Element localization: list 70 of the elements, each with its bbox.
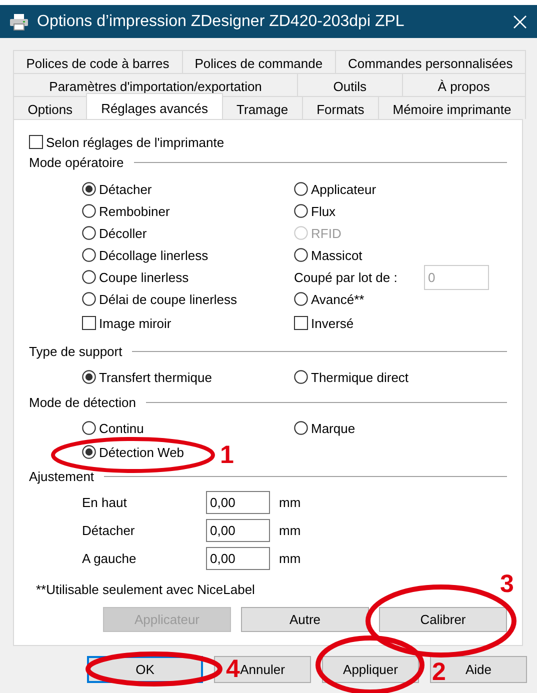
option-label: Décollage linerless — [99, 248, 208, 262]
annotation-number: 4 — [226, 657, 240, 682]
radio-button[interactable] — [82, 421, 96, 435]
option-label: Décoller — [99, 226, 147, 240]
printer-icon — [9, 12, 29, 30]
option-label: Transfert thermique — [99, 370, 212, 384]
checkbox-label: Selon réglages de l'imprimante — [46, 134, 224, 150]
option-label: RFID — [311, 226, 342, 240]
radio-button[interactable] — [82, 292, 96, 306]
field-label: En haut — [82, 494, 128, 510]
action-button[interactable]: Autre — [241, 607, 369, 632]
annotation-number: 1 — [220, 443, 234, 468]
radio-button-selected[interactable] — [82, 445, 96, 459]
unit-label: mm — [279, 550, 302, 566]
radio-button[interactable] — [294, 182, 308, 196]
radio-button[interactable] — [294, 204, 308, 218]
option-label: Détacher — [99, 182, 152, 196]
option-label: Avancé** — [311, 292, 364, 306]
window-title: Options d’impression ZDesigner ZD420-203dpi ZPL — [37, 12, 406, 30]
option-label: Continu — [99, 420, 144, 436]
tab[interactable]: Polices de code à barres — [13, 50, 182, 73]
radio-button[interactable] — [82, 204, 96, 218]
group-title: Ajustement — [29, 468, 94, 484]
tab[interactable]: À propos — [402, 73, 526, 96]
input-field[interactable]: 0,00 — [206, 518, 270, 542]
radio-button[interactable] — [82, 270, 96, 284]
option-label: Coupe linerless — [99, 270, 189, 284]
annotation-number: 3 — [500, 572, 514, 597]
field-label: Coupé par lot de : — [294, 270, 398, 284]
radio-button[interactable] — [82, 226, 96, 240]
checkbox[interactable] — [294, 316, 308, 330]
radio-button[interactable] — [294, 248, 308, 262]
field-label: Détacher — [82, 522, 136, 538]
radio-button-selected[interactable] — [82, 182, 96, 196]
radio-button[interactable] — [294, 370, 308, 384]
checkbox[interactable] — [82, 316, 96, 330]
group-title: Mode de détection — [29, 394, 136, 410]
action-button[interactable]: Calibrer — [379, 607, 507, 632]
radio-button[interactable] — [294, 421, 308, 435]
tab[interactable]: Tramage — [222, 96, 303, 119]
option-label: Massicot — [311, 248, 362, 262]
radio-button[interactable] — [294, 292, 308, 306]
option-label: Rembobiner — [99, 204, 170, 218]
unit-label: mm — [279, 494, 302, 510]
option-label: Flux — [311, 204, 336, 218]
radio-button[interactable] — [82, 248, 96, 262]
option-label: Thermique direct — [311, 370, 409, 384]
tab[interactable]: Options — [13, 96, 88, 119]
option-label: Délai de coupe linerless — [99, 292, 238, 306]
group-title: Type de support — [29, 344, 122, 358]
annotation-number: 2 — [432, 660, 446, 685]
footnote: **Utilisable seulement avec NiceLabel — [36, 582, 256, 597]
tab[interactable]: Commandes personnalisées — [334, 50, 526, 73]
option-label: Marque — [311, 420, 356, 436]
tab[interactable]: Mémoire imprimante — [378, 96, 526, 119]
unit-label: mm — [279, 522, 302, 538]
tab[interactable]: Réglages avancés — [86, 93, 223, 119]
checkbox-label: Image miroir — [99, 316, 172, 330]
close-icon[interactable] — [513, 14, 527, 28]
checkbox-label: Inversé — [311, 316, 354, 330]
dialog-button[interactable]: Appliquer — [322, 656, 419, 683]
option-label: Applicateur — [311, 182, 376, 196]
option-label: Détection Web — [99, 444, 184, 460]
radio-button-selected[interactable] — [82, 370, 96, 384]
checkbox[interactable] — [29, 135, 43, 149]
tab[interactable]: Paramètres d'importation/exportation — [13, 73, 298, 96]
input-field[interactable]: 0,00 — [206, 490, 270, 514]
group-title: Mode opératoire — [29, 154, 124, 170]
input-field[interactable]: 0,00 — [206, 546, 270, 570]
field-label: A gauche — [82, 550, 138, 566]
